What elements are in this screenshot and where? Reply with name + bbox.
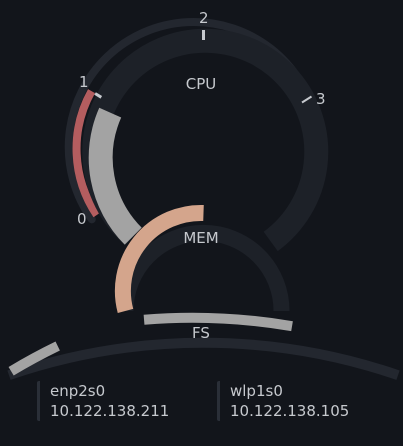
cpu-core-arc bbox=[88, 107, 142, 245]
cpu-tick-label-3: 3 bbox=[316, 90, 326, 108]
gauges-canvas bbox=[7, 18, 400, 380]
network-interface-block: wlp1s0 10.122.138.105 bbox=[217, 381, 349, 421]
cpu-tick-label-2: 2 bbox=[199, 9, 209, 27]
fs-track bbox=[7, 337, 400, 380]
cpu-tick-label-0: 0 bbox=[77, 210, 87, 228]
cpu-tick-label-1: 1 bbox=[79, 73, 89, 91]
network-interface-block: enp2s0 10.122.138.211 bbox=[37, 381, 169, 421]
network-ip-address: 10.122.138.211 bbox=[50, 402, 170, 420]
network-ip-address: 10.122.138.105 bbox=[230, 402, 350, 420]
network-interface-name: enp2s0 bbox=[50, 382, 106, 400]
mem-gauge bbox=[114, 204, 290, 313]
cpu-label: CPU bbox=[185, 75, 217, 93]
network-interface-name: wlp1s0 bbox=[230, 382, 283, 400]
fs-label: FS bbox=[192, 324, 210, 342]
mem-label: MEM bbox=[183, 229, 219, 247]
fs-segment-2 bbox=[143, 312, 293, 332]
